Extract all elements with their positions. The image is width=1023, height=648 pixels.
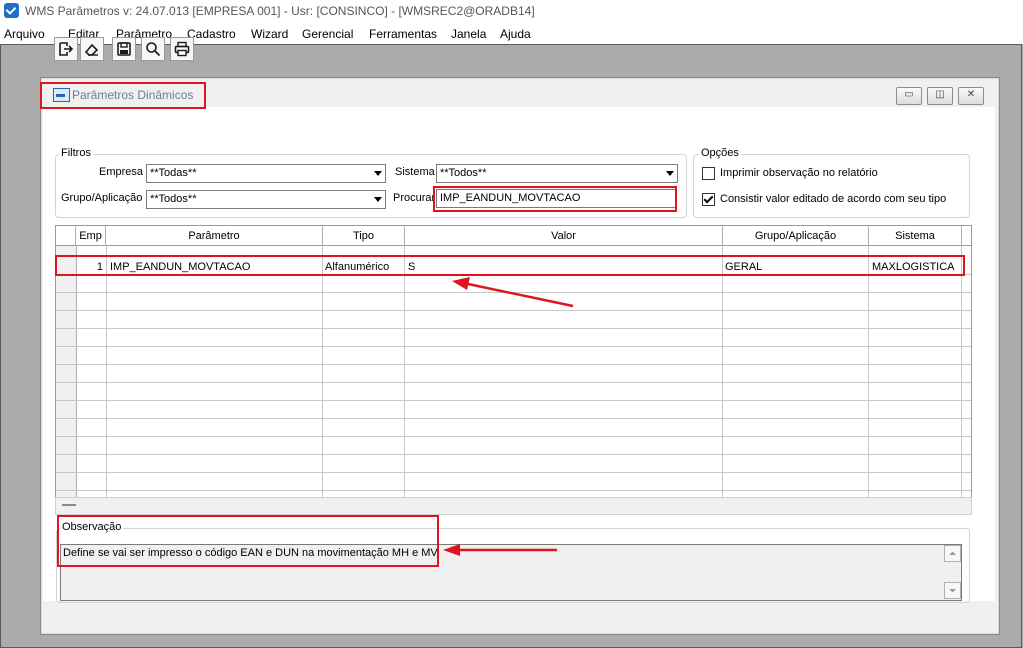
annotation-arrows	[443, 277, 574, 556]
annotation-arrow-row	[452, 277, 574, 308]
annotation-arrow-observacao	[443, 544, 557, 556]
